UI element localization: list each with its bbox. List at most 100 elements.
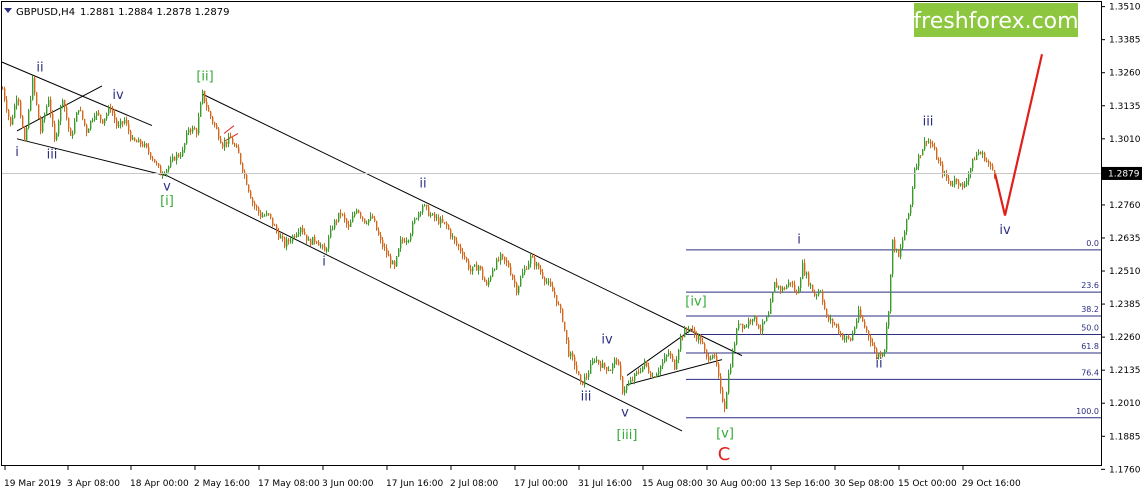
candle-body xyxy=(486,281,488,285)
candle-body xyxy=(602,363,604,368)
candle-body xyxy=(676,359,678,370)
candle-body xyxy=(652,376,654,378)
candle-body xyxy=(728,373,730,393)
candle-body xyxy=(884,349,886,353)
fib-level-label: 61.8 xyxy=(1081,342,1099,351)
candle-body xyxy=(650,372,652,378)
wave-label: iii xyxy=(923,115,934,130)
candle-body xyxy=(328,237,330,249)
candle-body xyxy=(580,375,582,382)
candle-body xyxy=(768,313,770,317)
candle-body xyxy=(114,113,116,120)
candle-body xyxy=(904,231,906,241)
candle-body xyxy=(42,119,44,132)
candle-body xyxy=(770,301,772,314)
candle-body xyxy=(102,119,104,124)
candle-body xyxy=(154,159,156,163)
candle-body xyxy=(434,213,436,219)
candle-body xyxy=(920,155,922,157)
candle-body xyxy=(534,257,536,267)
candle-body xyxy=(524,268,526,273)
price-chart[interactable]: 0.0 23.6 38.2 50.0 61.8 76.4 100.0 ii iv i iii v [i… xyxy=(0,0,1144,495)
candle-body xyxy=(976,154,978,160)
candle-body xyxy=(482,269,484,278)
candle-body xyxy=(450,229,452,237)
candle-body xyxy=(94,116,96,120)
candle-body xyxy=(330,229,332,238)
candle-body xyxy=(184,143,186,150)
candle-body xyxy=(36,92,38,105)
candle-body xyxy=(586,376,588,378)
candle-body xyxy=(208,107,210,112)
candle-body xyxy=(746,325,748,327)
x-tick-label: 3 Jun 00:00 xyxy=(322,479,374,489)
candle-body xyxy=(856,320,858,328)
candle-body xyxy=(506,260,508,263)
candle-body xyxy=(240,153,242,164)
candle-body xyxy=(222,143,224,148)
candle-body xyxy=(178,154,180,157)
candle-body xyxy=(702,341,704,344)
candle-body xyxy=(406,240,408,243)
candle-body xyxy=(700,335,702,342)
candle-body xyxy=(232,138,234,145)
candle-body xyxy=(70,128,72,136)
chart-svg[interactable]: 0.023.638.250.061.876.4100.0 iiivi iiiv[i… xyxy=(0,0,1144,495)
candle-body xyxy=(12,117,14,125)
candle-body xyxy=(860,309,862,318)
candle-body xyxy=(22,116,24,128)
candle-body xyxy=(930,141,932,145)
candle-body xyxy=(422,205,424,213)
candle-body xyxy=(572,352,574,358)
candle-body xyxy=(804,263,806,275)
candle-body xyxy=(370,216,372,220)
candle-body xyxy=(250,191,252,199)
candle-body xyxy=(440,218,442,224)
candle-body xyxy=(870,336,872,343)
candle-body xyxy=(638,372,640,374)
candle-body xyxy=(192,127,194,132)
candle-body xyxy=(150,152,152,158)
candle-body xyxy=(922,149,924,156)
candle-body xyxy=(828,316,830,321)
candle-body xyxy=(338,212,340,222)
candle-body xyxy=(238,147,240,154)
candle-body xyxy=(136,140,138,143)
candle-body xyxy=(174,157,176,161)
candle-body xyxy=(260,212,262,218)
candle-body xyxy=(376,221,378,231)
candle-body xyxy=(518,286,520,294)
candle-body xyxy=(814,291,816,296)
candle-body xyxy=(648,366,650,373)
candle-body xyxy=(760,328,762,331)
candle-body xyxy=(16,99,18,106)
wave-label: [i] xyxy=(160,194,174,209)
candle-body xyxy=(462,251,464,256)
candle-body xyxy=(428,206,430,217)
candle-body xyxy=(806,273,808,275)
candle-body xyxy=(170,160,172,167)
candle-body xyxy=(872,342,874,346)
candle-body xyxy=(610,370,612,372)
candle-body xyxy=(916,166,918,170)
candle-body xyxy=(918,155,920,167)
wave-label: i xyxy=(15,145,19,160)
candle-body xyxy=(430,214,432,217)
candle-body xyxy=(392,261,394,265)
candle-body xyxy=(964,184,966,188)
candle-body xyxy=(116,119,118,126)
wave-label: i xyxy=(797,232,801,247)
candle-body xyxy=(8,110,10,117)
candle-body xyxy=(568,340,570,357)
candle-body xyxy=(808,273,810,286)
symbol-label: GBPUSD,H4 xyxy=(16,7,75,18)
y-tick-label: 1.3010 xyxy=(1109,135,1141,145)
candle-body xyxy=(630,380,632,384)
candle-body xyxy=(364,218,366,224)
fib-level-label: 23.6 xyxy=(1081,281,1099,290)
candle-body xyxy=(566,329,568,341)
candle-body xyxy=(516,283,518,294)
candle-body xyxy=(398,248,400,257)
candle-body xyxy=(132,137,134,140)
candle-body xyxy=(68,117,70,129)
